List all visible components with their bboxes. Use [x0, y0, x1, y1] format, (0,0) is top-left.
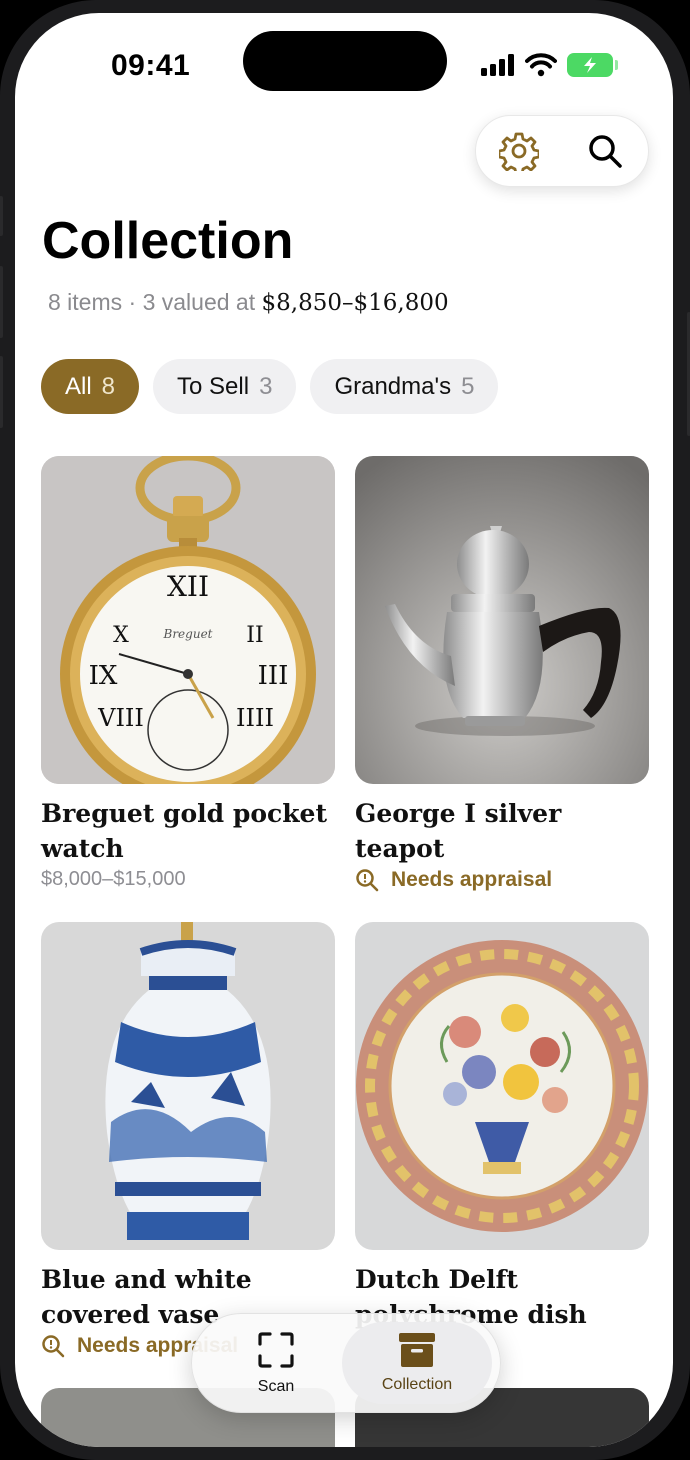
signal-icon — [481, 54, 514, 76]
item-title: Breguet gold pocket watch — [41, 799, 328, 863]
search-icon — [589, 135, 622, 168]
scan-icon — [258, 1332, 294, 1368]
item-card-pocket-watch[interactable]: XII III IX VIII IIII X II Breguet Bregue… — [41, 456, 341, 891]
chip-label: To Sell — [177, 372, 250, 400]
item-card-covered-vase[interactable]: Blue and white covered vase Needs apprai… — [41, 922, 341, 1358]
archive-box-icon — [399, 1333, 435, 1367]
dynamic-island — [243, 31, 447, 91]
item-photo-silver-teapot — [355, 456, 649, 784]
svg-text:III: III — [258, 661, 289, 691]
page-title: Collection — [42, 212, 294, 270]
chip-label: All — [65, 372, 92, 400]
item-price: $8,000–$15,000 — [41, 868, 186, 890]
item-card-silver-teapot[interactable]: George I silver teapot Needs appraisal — [355, 456, 655, 892]
filter-chip-all[interactable]: All 8 — [41, 359, 140, 414]
collection-summary: 8 items · 3 valued at $8,850–$16,800 — [48, 289, 449, 316]
gear-icon — [499, 132, 539, 171]
filter-chips: All 8 To Sell 3 Grandma's 5 — [41, 359, 499, 414]
item-photo-delft-dish — [355, 922, 649, 1250]
battery-icon — [567, 53, 618, 77]
svg-text:II: II — [246, 623, 263, 648]
chip-count: 8 — [101, 372, 116, 400]
dock-collection-button[interactable]: Collection — [342, 1322, 492, 1404]
dock-scan-button[interactable]: Scan — [202, 1322, 350, 1404]
dock-scan-label: Scan — [257, 1378, 295, 1395]
summary-value-range: $8,850–$16,800 — [261, 290, 449, 316]
item-photo-covered-vase — [41, 922, 335, 1250]
wifi-icon — [525, 53, 557, 77]
svg-text:IIII: IIII — [236, 704, 274, 732]
item-title: George I silver teapot — [355, 799, 562, 863]
svg-text:Breguet: Breguet — [163, 627, 213, 641]
svg-text:X: X — [113, 623, 129, 648]
item-status: Needs appraisal — [355, 868, 655, 892]
svg-text:XII: XII — [167, 570, 209, 603]
chip-count: 3 — [259, 372, 273, 400]
summary-text: 8 items · 3 valued at — [48, 289, 262, 315]
search-button[interactable] — [581, 127, 629, 175]
filter-chip-grandmas[interactable]: Grandma's 5 — [310, 359, 499, 414]
dock-collection-label: Collection — [381, 1376, 453, 1393]
toolbar-pill — [475, 115, 649, 187]
bottom-dock: Scan Collection — [191, 1313, 501, 1413]
appraisal-search-icon — [356, 869, 379, 892]
settings-button[interactable] — [495, 127, 543, 175]
phone-frame: 09:41 Collection 8 items · 3 valued at $… — [0, 0, 690, 1460]
status-icons — [481, 53, 618, 77]
item-card-delft-dish[interactable]: Dutch Delft polychrome dish — [355, 922, 655, 1332]
screen: 09:41 Collection 8 items · 3 valued at $… — [15, 13, 673, 1447]
filter-chip-to-sell[interactable]: To Sell 3 — [153, 359, 297, 414]
chip-label: Grandma's — [334, 372, 452, 400]
svg-text:IX: IX — [89, 661, 118, 691]
item-status-label: Needs appraisal — [391, 868, 553, 891]
item-photo-pocket-watch: XII III IX VIII IIII X II Breguet — [41, 456, 335, 784]
status-time: 09:41 — [111, 49, 191, 82]
chip-count: 5 — [461, 372, 475, 400]
svg-text:VIII: VIII — [97, 704, 144, 732]
appraisal-search-icon — [42, 1335, 65, 1358]
